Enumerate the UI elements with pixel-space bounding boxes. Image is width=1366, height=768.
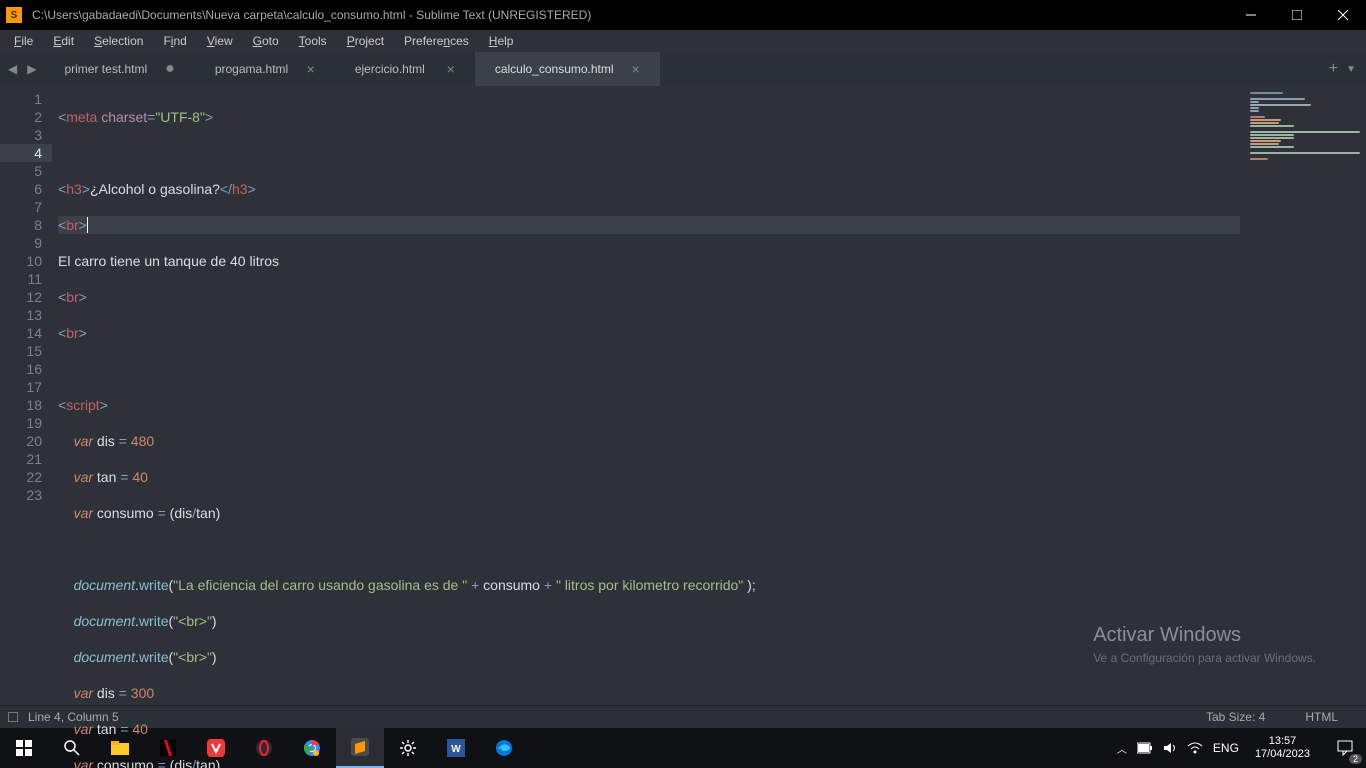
menu-preferences[interactable]: Preferences [394, 32, 479, 50]
panel-switcher-icon[interactable] [8, 712, 18, 722]
line-number: 14 [4, 324, 42, 342]
line-number: 7 [4, 198, 42, 216]
menu-bar: File Edit Selection Find View Goto Tools… [0, 30, 1366, 52]
app-icon: S [6, 7, 22, 23]
text-caret [87, 217, 88, 233]
line-number: 16 [4, 360, 42, 378]
line-number: 18 [4, 396, 42, 414]
menu-find[interactable]: Find [153, 32, 196, 50]
line-number: 9 [4, 234, 42, 252]
minimap[interactable] [1246, 86, 1366, 705]
window-titlebar: S C:\Users\gabadaedi\Documents\Nueva car… [0, 0, 1366, 30]
windows-icon [16, 740, 32, 756]
menu-edit[interactable]: Edit [43, 32, 84, 50]
line-number: 22 [4, 468, 42, 486]
line-number: 6 [4, 180, 42, 198]
maximize-button[interactable] [1274, 0, 1320, 30]
tab-progama[interactable]: progama.html × [195, 52, 335, 86]
tab-close-icon[interactable]: × [429, 61, 455, 77]
window-title: C:\Users\gabadaedi\Documents\Nueva carpe… [28, 8, 1228, 22]
syntax-selector[interactable]: HTML [1285, 710, 1358, 724]
tab-dropdown-button[interactable]: ▼ [1346, 64, 1356, 75]
clock-date: 17/04/2023 [1255, 748, 1310, 761]
notification-badge: 2 [1349, 754, 1362, 764]
tab-label: calculo_consumo.html [495, 62, 614, 76]
nav-forward-button[interactable]: ▶ [25, 60, 38, 78]
menu-help[interactable]: Help [479, 32, 524, 50]
menu-file[interactable]: File [4, 32, 43, 50]
code-editor[interactable]: <meta charset="UTF-8"> <h3>¿Alcohol o ga… [52, 86, 1246, 705]
notification-icon [1337, 740, 1353, 756]
line-number: 10 [4, 252, 42, 270]
watermark-title: Activar Windows [1093, 624, 1316, 647]
line-number: 13 [4, 306, 42, 324]
line-number: 20 [4, 432, 42, 450]
minimap-content [1250, 92, 1360, 161]
start-button[interactable] [0, 728, 48, 768]
tab-label: ejercicio.html [355, 62, 425, 76]
clock-time: 13:57 [1255, 735, 1310, 748]
menu-selection[interactable]: Selection [84, 32, 153, 50]
clock[interactable]: 13:57 17/04/2023 [1249, 735, 1316, 761]
minimize-button[interactable] [1228, 0, 1274, 30]
tab-calculo-consumo[interactable]: calculo_consumo.html × [475, 52, 660, 86]
line-number: 12 [4, 288, 42, 306]
line-number: 1 [4, 90, 42, 108]
line-number: 21 [4, 450, 42, 468]
line-number: 2 [4, 108, 42, 126]
windows-activation-watermark: Activar Windows Ve a Configuración para … [1093, 624, 1316, 665]
maximize-icon [1292, 10, 1302, 20]
line-number: 5 [4, 162, 42, 180]
tab-label: progama.html [215, 62, 288, 76]
menu-goto[interactable]: Goto [243, 32, 289, 50]
tab-primer-test[interactable]: primer test.html ● [44, 52, 194, 86]
editor-area: 1 2 3 4 5 6 7 8 9 10 11 12 13 14 15 16 1… [0, 86, 1366, 705]
close-icon [1338, 10, 1348, 20]
tab-close-icon[interactable]: × [289, 61, 315, 77]
new-tab-button[interactable]: + [1329, 60, 1338, 78]
menu-project[interactable]: Project [337, 32, 394, 50]
nav-back-button[interactable]: ◀ [6, 60, 19, 78]
tab-ejercicio[interactable]: ejercicio.html × [335, 52, 475, 86]
close-button[interactable] [1320, 0, 1366, 30]
menu-view[interactable]: View [197, 32, 243, 50]
line-number: 23 [4, 486, 42, 504]
menu-tools[interactable]: Tools [289, 32, 337, 50]
tab-label: primer test.html [64, 62, 147, 76]
dirty-indicator-icon: ● [147, 60, 175, 78]
line-number: 8 [4, 216, 42, 234]
line-number: 11 [4, 270, 42, 288]
tab-close-icon[interactable]: × [614, 61, 640, 77]
line-number: 19 [4, 414, 42, 432]
line-number-gutter[interactable]: 1 2 3 4 5 6 7 8 9 10 11 12 13 14 15 16 1… [0, 86, 52, 705]
line-number: 3 [4, 126, 42, 144]
watermark-subtitle: Ve a Configuración para activar Windows. [1093, 651, 1316, 665]
tab-bar: ◀ ▶ primer test.html ● progama.html × ej… [0, 52, 1366, 86]
line-number: 17 [4, 378, 42, 396]
line-number: 4 [0, 144, 52, 162]
notification-center-button[interactable]: 2 [1324, 728, 1366, 768]
line-number: 15 [4, 342, 42, 360]
minimize-icon [1246, 10, 1256, 20]
